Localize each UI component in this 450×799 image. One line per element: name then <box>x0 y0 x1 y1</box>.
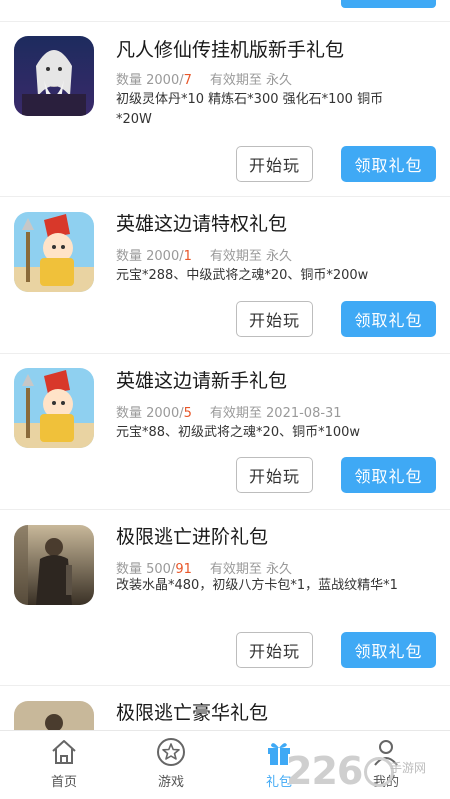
nav-gifts[interactable]: 礼包 <box>234 737 324 790</box>
bottom-nav: 首页 游戏 礼包 我的 <box>0 730 450 799</box>
game-icon-yingxiong[interactable] <box>14 212 94 292</box>
quantity-label: 数量 2000/ <box>116 406 184 421</box>
validity: 有效期至 2021-08-31 <box>209 406 342 421</box>
gift-contents: 改装水晶*480，初级八方卡包*1，蓝战纹精华*1 <box>116 578 398 593</box>
start-play-button[interactable]: 开始玩 <box>236 146 313 182</box>
quantity-label: 数量 2000/ <box>116 249 184 264</box>
claim-gift-button[interactable]: 领取礼包 <box>341 146 436 182</box>
gift-icon <box>268 743 290 765</box>
gift-quantity: 数量 2000/1 有效期至 永久 <box>116 245 292 264</box>
remaining-count: 7 <box>183 73 192 88</box>
gift-card: 极限逃亡进阶礼包 数量 500/91 有效期至 永久 改装水晶*480，初级八方卡… <box>0 510 450 686</box>
gift-contents: 元宝*88、初级武将之魂*20、铜币*100w <box>116 425 361 440</box>
start-play-button[interactable]: 开始玩 <box>236 632 313 668</box>
gift-quantity: 数量 2000/5 有效期至 2021-08-31 <box>116 402 342 421</box>
start-play-button[interactable]: 开始玩 <box>236 301 313 337</box>
gift-title: 极限逃亡豪华礼包 <box>116 702 269 724</box>
quantity-label: 数量 500/ <box>116 562 176 577</box>
gift-title: 英雄这边请特权礼包 <box>116 213 288 235</box>
remaining-count: 91 <box>175 562 192 577</box>
gift-quantity: 数量 2000/7 有效期至 永久 <box>116 69 292 88</box>
gift-card: 英雄这边请特权礼包 数量 2000/1 有效期至 永久 元宝*288、中级武将之魂… <box>0 197 450 354</box>
gift-card: 英雄这边请新手礼包 数量 2000/5 有效期至 2021-08-31 元宝*88… <box>0 354 450 510</box>
star-icon <box>157 738 185 766</box>
quantity-label: 数量 2000/ <box>116 73 184 88</box>
nav-games[interactable]: 游戏 <box>126 737 216 790</box>
validity: 有效期至 永久 <box>209 249 293 264</box>
gift-contents: 初级灵体丹*10 精炼石*300 强化石*100 铜币*20W <box>116 92 384 127</box>
nav-mine[interactable]: 我的 <box>341 737 431 790</box>
nav-home[interactable]: 首页 <box>19 737 109 790</box>
validity: 有效期至 永久 <box>209 562 293 577</box>
gift-title: 极限逃亡进阶礼包 <box>116 526 269 548</box>
nav-gifts-label: 礼包 <box>265 775 292 790</box>
gift-card: 极限逃亡豪华礼包 <box>0 686 450 731</box>
nav-mine-label: 我的 <box>372 775 399 790</box>
nav-home-label: 首页 <box>50 775 77 790</box>
game-icon-jixian[interactable] <box>14 701 94 731</box>
gift-title: 凡人修仙传挂机版新手礼包 <box>116 39 345 61</box>
validity: 有效期至 永久 <box>209 73 293 88</box>
user-icon <box>374 740 398 766</box>
remaining-count: 5 <box>183 406 192 421</box>
claim-gift-button[interactable]: 领取礼包 <box>341 457 436 493</box>
game-icon-jixian[interactable] <box>14 525 94 605</box>
claim-gift-button[interactable]: 领取礼包 <box>341 632 436 668</box>
game-icon-yingxiong[interactable] <box>14 368 94 448</box>
gift-card: 凡人修仙传挂机版新手礼包 数量 2000/7 有效期至 永久 初级灵体丹*10 精… <box>0 22 450 197</box>
previous-card-edge <box>0 0 450 22</box>
nav-games-label: 游戏 <box>157 775 184 790</box>
gift-contents: 元宝*288、中级武将之魂*20、铜币*200w <box>116 268 369 283</box>
start-play-button[interactable]: 开始玩 <box>236 457 313 493</box>
remaining-count: 1 <box>183 249 192 264</box>
game-icon-fanren[interactable] <box>14 36 94 116</box>
home-icon <box>52 740 76 764</box>
gift-title: 英雄这边请新手礼包 <box>116 370 288 392</box>
previous-claim-button[interactable] <box>341 0 436 8</box>
claim-gift-button[interactable]: 领取礼包 <box>341 301 436 337</box>
gift-quantity: 数量 500/91 有效期至 永久 <box>116 558 292 577</box>
